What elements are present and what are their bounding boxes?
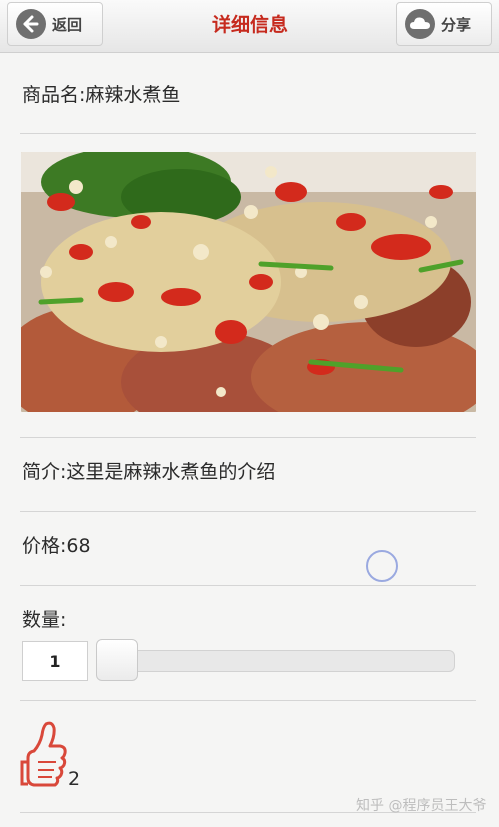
product-price: 价格:68	[22, 535, 91, 557]
back-button[interactable]: 返回	[7, 2, 103, 46]
divider	[20, 511, 476, 512]
product-name: 商品名:麻辣水煮鱼	[22, 84, 181, 106]
like-count: 2	[68, 768, 81, 790]
touch-indicator	[366, 550, 398, 582]
divider	[20, 585, 476, 586]
back-arrow-icon	[16, 9, 46, 39]
quantity-slider-track[interactable]	[100, 650, 455, 672]
share-label: 分享	[441, 15, 472, 34]
divider	[20, 133, 476, 134]
dish-photo	[21, 152, 476, 412]
share-button[interactable]: 分享	[396, 2, 492, 46]
back-label: 返回	[52, 15, 83, 34]
quantity-label: 数量:	[22, 609, 67, 631]
quantity-slider-thumb[interactable]	[96, 639, 138, 681]
watermark: 知乎 @程序员王大爷	[356, 798, 487, 814]
page-title: 详细信息	[211, 14, 288, 36]
divider	[20, 437, 476, 438]
quantity-input[interactable]: 1	[22, 641, 88, 681]
cloud-icon	[405, 9, 435, 39]
top-bar: 返回 详细信息 分享	[0, 0, 499, 53]
thumbs-up-icon[interactable]	[20, 718, 72, 788]
product-intro: 简介:这里是麻辣水煮鱼的介绍	[22, 461, 276, 483]
divider	[20, 700, 476, 701]
